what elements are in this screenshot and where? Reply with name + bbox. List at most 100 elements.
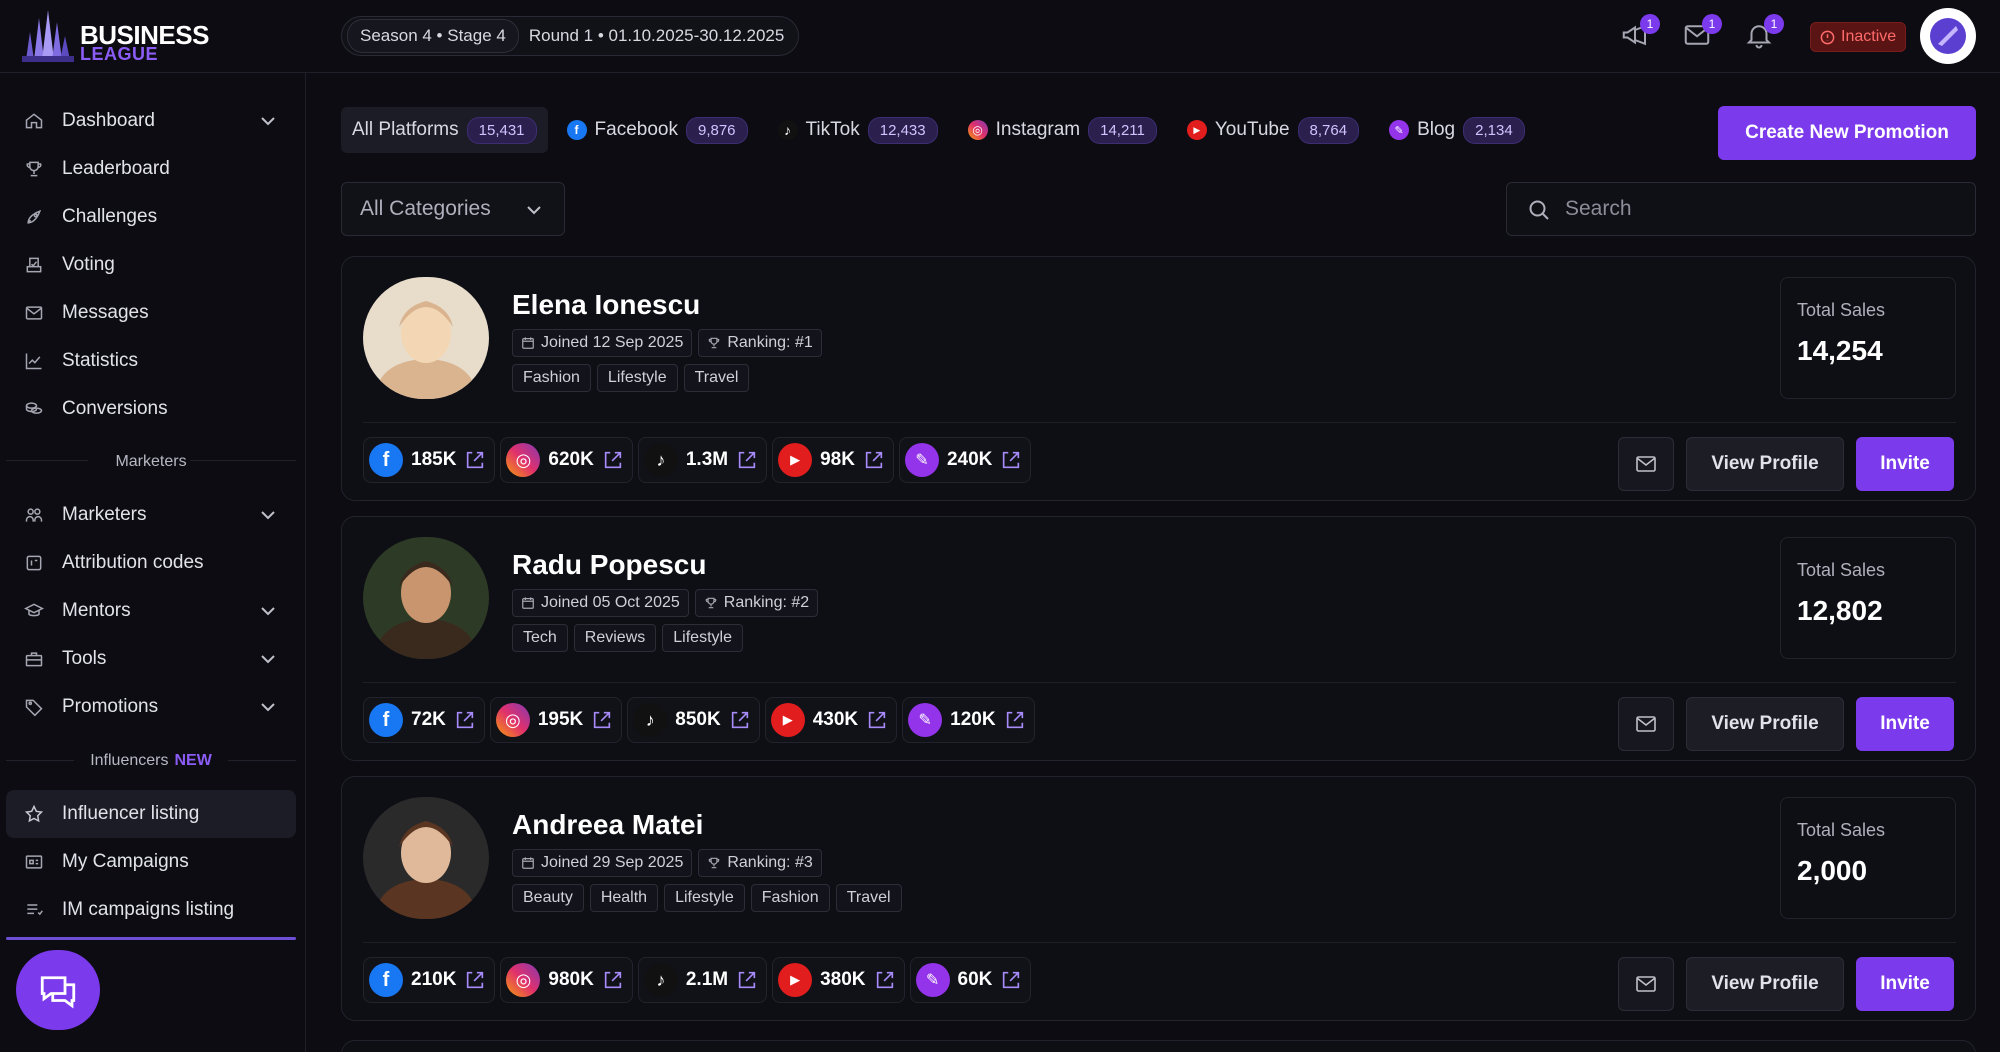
- sidebar-item-messages[interactable]: Messages: [6, 289, 296, 337]
- category-tag: Reviews: [573, 624, 657, 652]
- view-profile-button[interactable]: View Profile: [1686, 957, 1844, 1011]
- sidebar-item-statistics[interactable]: Statistics: [6, 337, 296, 385]
- ranking: Ranking: #1: [698, 329, 822, 357]
- influencer-tags: Tech Reviews Lifestyle: [512, 624, 743, 652]
- influencer-avatar[interactable]: [363, 797, 489, 919]
- season-label: Season 4 • Stage 4: [347, 19, 519, 53]
- social-stat-youtube[interactable]: ▶ 98K: [772, 437, 894, 483]
- external-link-icon[interactable]: [464, 969, 486, 991]
- social-stat-blog[interactable]: ✎ 120K: [902, 697, 1035, 743]
- external-link-icon[interactable]: [464, 449, 486, 471]
- chevron-down-icon: [261, 607, 275, 616]
- invite-button[interactable]: Invite: [1856, 957, 1954, 1011]
- follower-count: 850K: [675, 709, 721, 730]
- trophy-icon: [22, 157, 46, 181]
- announcements-button[interactable]: 1: [1620, 14, 1660, 50]
- external-link-icon[interactable]: [602, 969, 624, 991]
- social-stat-youtube[interactable]: ▶ 380K: [772, 957, 905, 1003]
- influencer-card: [341, 1040, 1976, 1052]
- external-link-icon[interactable]: [736, 449, 758, 471]
- tab-label: Instagram: [995, 119, 1081, 140]
- external-link-icon[interactable]: [1000, 969, 1022, 991]
- social-stat-blog[interactable]: ✎ 240K: [898, 437, 1032, 483]
- invite-button[interactable]: Invite: [1856, 437, 1954, 491]
- social-stat-facebook[interactable]: f 72K: [363, 697, 485, 743]
- message-button[interactable]: [1618, 697, 1674, 751]
- chat-button[interactable]: [16, 950, 100, 1030]
- message-button[interactable]: [1618, 957, 1674, 1011]
- tab-youtube[interactable]: ▶ YouTube 8,764: [1176, 107, 1370, 153]
- social-stat-instagram[interactable]: ◎ 195K: [489, 697, 623, 743]
- notifications-button[interactable]: 1: [1744, 14, 1784, 50]
- influencer-name[interactable]: Elena Ionescu: [512, 289, 700, 321]
- sidebar-item-im-campaigns-listing[interactable]: IM campaigns listing: [6, 886, 296, 934]
- external-link-icon[interactable]: [591, 709, 613, 731]
- external-link-icon[interactable]: [602, 449, 624, 471]
- social-stat-facebook[interactable]: f 210K: [363, 957, 496, 1003]
- sidebar-item-conversions[interactable]: Conversions: [6, 385, 296, 433]
- influencer-name[interactable]: Radu Popescu: [512, 549, 706, 581]
- search-input[interactable]: [1565, 197, 1945, 221]
- top-bar: BUSINESS LEAGUE Season 4 • Stage 4 Round…: [0, 0, 2000, 73]
- tab-all-platforms[interactable]: All Platforms 15,431: [341, 107, 548, 153]
- follower-count: 98K: [820, 449, 855, 470]
- message-button[interactable]: [1618, 437, 1674, 491]
- season-selector[interactable]: Season 4 • Stage 4 Round 1 • 01.10.2025-…: [341, 16, 800, 56]
- category-tag: Lifestyle: [662, 624, 743, 652]
- external-link-icon[interactable]: [454, 709, 476, 731]
- total-sales-box: Total Sales 12,802: [1780, 537, 1956, 659]
- social-stat-blog[interactable]: ✎ 60K: [909, 957, 1032, 1003]
- social-stat-instagram[interactable]: ◎ 620K: [500, 437, 633, 483]
- external-link-icon[interactable]: [736, 969, 758, 991]
- tab-tiktok[interactable]: ♪ TikTok 12,433: [767, 107, 949, 153]
- sidebar-item-tools[interactable]: Tools: [6, 635, 296, 683]
- social-stats: f 72K ◎ 195K ♪ 850K ▶ 430K ✎ 120K: [363, 697, 1035, 743]
- search-field[interactable]: [1506, 182, 1976, 236]
- view-profile-button[interactable]: View Profile: [1686, 697, 1844, 751]
- sidebar-item-challenges[interactable]: Challenges: [6, 193, 296, 241]
- sidebar-item-promotions[interactable]: Promotions: [6, 683, 296, 731]
- sidebar-item-my-campaigns[interactable]: My Campaigns: [6, 838, 296, 886]
- influencer-card: Radu Popescu Joined 05 Oct 2025 Ranking:…: [341, 516, 1976, 761]
- external-link-icon[interactable]: [874, 969, 896, 991]
- logo[interactable]: BUSINESS LEAGUE: [20, 8, 220, 64]
- external-link-icon[interactable]: [729, 709, 751, 731]
- social-stat-instagram[interactable]: ◎ 980K: [500, 957, 633, 1003]
- chevron-down-icon: [261, 703, 275, 712]
- social-stat-tiktok[interactable]: ♪ 1.3M: [637, 437, 768, 483]
- tab-facebook[interactable]: f Facebook 9,876: [556, 107, 759, 153]
- tab-instagram[interactable]: ◎ Instagram 14,211: [957, 107, 1168, 153]
- sidebar-item-label: Influencer listing: [62, 803, 200, 824]
- external-link-icon[interactable]: [863, 449, 885, 471]
- influencer-name[interactable]: Andreea Matei: [512, 809, 703, 841]
- view-profile-button[interactable]: View Profile: [1686, 437, 1844, 491]
- sidebar-item-influencer-listing[interactable]: Influencer listing: [6, 790, 296, 838]
- tiktok-icon: ♪: [643, 963, 678, 997]
- follower-count: 430K: [812, 709, 859, 730]
- instagram-icon: ◎: [506, 963, 541, 997]
- sidebar-item-marketers[interactable]: Marketers: [6, 491, 296, 539]
- sidebar-item-mentors[interactable]: Mentors: [6, 587, 296, 635]
- create-promotion-button[interactable]: Create New Promotion: [1718, 106, 1976, 160]
- external-link-icon[interactable]: [866, 709, 888, 731]
- user-avatar[interactable]: [1920, 8, 1976, 64]
- tab-blog[interactable]: ✎ Blog 2,134: [1378, 107, 1536, 153]
- sidebar-item-voting[interactable]: Voting: [6, 241, 296, 289]
- campaign-icon: [22, 850, 46, 874]
- sidebar-item-leaderboard[interactable]: Leaderboard: [6, 145, 296, 193]
- tab-label: TikTok: [805, 119, 860, 140]
- social-stat-youtube[interactable]: ▶ 430K: [764, 697, 898, 743]
- sidebar-item-attribution-codes[interactable]: Attribution codes: [6, 539, 296, 587]
- sidebar-item-dashboard[interactable]: Dashboard: [6, 97, 296, 145]
- social-stat-tiktok[interactable]: ♪ 2.1M: [637, 957, 768, 1003]
- influencer-avatar[interactable]: [363, 277, 489, 399]
- social-stat-tiktok[interactable]: ♪ 850K: [627, 697, 760, 743]
- messages-button[interactable]: 1: [1682, 14, 1722, 50]
- influencer-avatar[interactable]: [363, 537, 489, 659]
- category-select[interactable]: All Categories: [341, 182, 565, 236]
- external-link-icon[interactable]: [1004, 709, 1026, 731]
- status-badge[interactable]: Inactive: [1810, 22, 1907, 52]
- social-stat-facebook[interactable]: f 185K: [363, 437, 496, 483]
- invite-button[interactable]: Invite: [1856, 697, 1954, 751]
- external-link-icon[interactable]: [1000, 449, 1022, 471]
